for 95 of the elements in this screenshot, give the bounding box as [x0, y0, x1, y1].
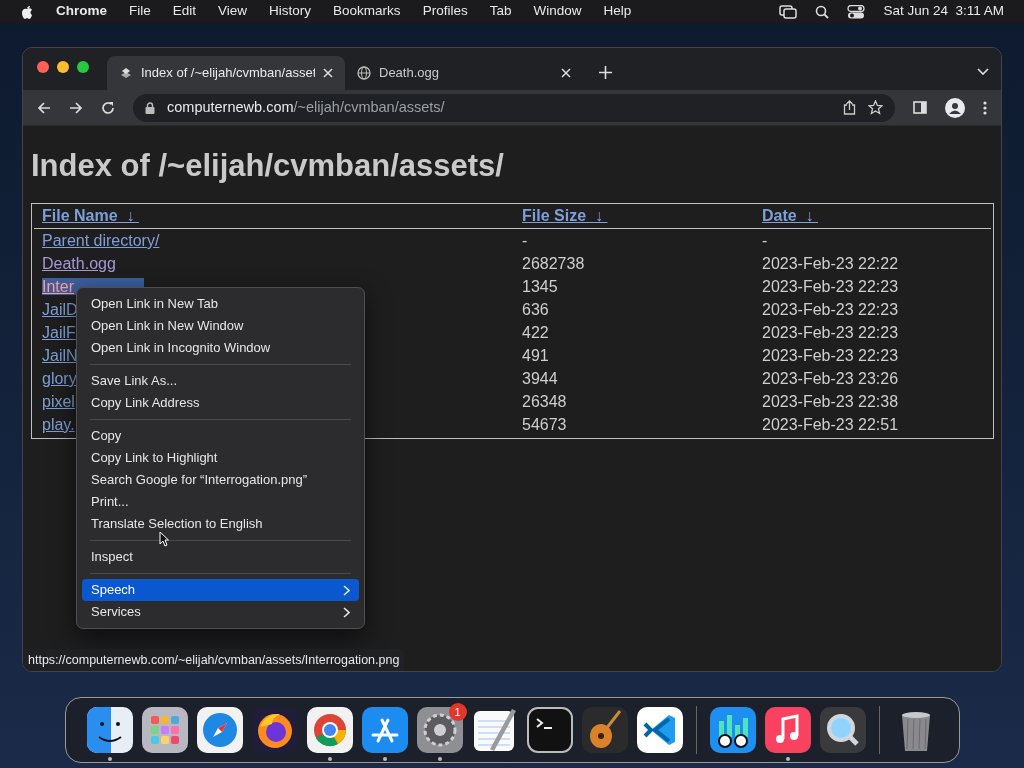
column-header-link[interactable]: File Name ↓ — [34, 204, 514, 228]
menu-item[interactable]: History — [269, 1, 312, 22]
app-grid-icon[interactable] — [141, 707, 188, 753]
menu-item[interactable]: Translate Selection to English — [82, 513, 359, 535]
smiling-face-icon[interactable] — [86, 707, 133, 753]
music-note-icon[interactable] — [764, 707, 811, 753]
notification-badge: 1 — [448, 703, 467, 721]
guitar-icon[interactable] — [581, 707, 628, 753]
stack-icon — [119, 66, 133, 80]
side-panel-icon[interactable] — [913, 101, 927, 114]
menu-item[interactable]: Copy Link to Highlight — [82, 447, 359, 469]
app-menu[interactable]: Chrome — [56, 1, 107, 22]
date-text: 2023-Feb-23 23:26 — [761, 369, 900, 389]
size-text: 422 — [521, 323, 550, 343]
size-text: 636 — [521, 300, 550, 320]
magnifier-icon[interactable] — [819, 707, 866, 753]
share-icon[interactable] — [843, 100, 856, 115]
circle-logo-icon[interactable] — [306, 707, 353, 753]
file-link[interactable]: glory — [42, 370, 77, 387]
star-icon[interactable] — [868, 100, 883, 115]
date-text: 2023-Feb-23 22:22 — [761, 254, 900, 274]
menu-item[interactable]: Profiles — [422, 1, 468, 22]
plus-icon[interactable] — [599, 65, 612, 79]
browser-tab[interactable]: Death.ogg — [345, 56, 583, 90]
search-icon[interactable] — [815, 4, 830, 19]
size-text: 2682738 — [521, 254, 586, 274]
menu-item[interactable]: Search Google for “Interrogation.png” — [82, 469, 359, 491]
file-link[interactable]: JailF — [42, 324, 76, 341]
file-link[interactable]: JailN — [42, 347, 78, 364]
menu-item[interactable]: Window — [533, 1, 582, 22]
menu-item[interactable]: Copy — [82, 425, 359, 447]
more-vertical-icon[interactable] — [983, 100, 987, 115]
lock-icon[interactable] — [145, 101, 155, 114]
menu-item[interactable]: Print... — [82, 491, 359, 513]
size-text: 3944 — [521, 369, 559, 389]
reload-icon[interactable] — [101, 100, 115, 115]
menu-item[interactable]: Services — [82, 601, 359, 623]
app-store-icon[interactable] — [361, 707, 408, 753]
menu-item[interactable]: Help — [603, 1, 632, 22]
size-text: 26348 — [521, 392, 568, 412]
file-link[interactable]: Death.ogg — [42, 255, 116, 272]
compass-icon[interactable] — [196, 707, 243, 753]
fox-globe-icon[interactable] — [251, 707, 298, 753]
menu-item[interactable]: Bookmarks — [333, 1, 401, 22]
file-link[interactable]: pixel — [42, 393, 75, 410]
forward-arrow-icon[interactable] — [69, 100, 83, 115]
menu-item[interactable]: View — [218, 1, 248, 22]
menu-item[interactable]: Tab — [489, 1, 512, 22]
date-text: 2023-Feb-23 22:23 — [761, 277, 900, 297]
glasses-chart-icon[interactable] — [709, 707, 756, 753]
date-text: 2023-Feb-23 22:23 — [761, 300, 900, 320]
menu-item[interactable]: Inspect — [82, 546, 359, 568]
address-field[interactable]: computernewb.com/~elijah/cvmban/assets/ — [133, 93, 895, 122]
menu-item[interactable]: Save Link As... — [82, 370, 359, 392]
chevron-right-icon — [343, 584, 350, 596]
column-header-link[interactable]: File Size ↓ — [514, 204, 754, 228]
date-text: 2023-Feb-23 22:23 — [761, 346, 900, 366]
date-text: 2023-Feb-23 22:23 — [761, 323, 900, 343]
globe-icon — [357, 66, 371, 80]
menu-item[interactable]: Open Link in New Tab — [82, 293, 359, 315]
date-text: 2023-Feb-23 22:51 — [761, 415, 900, 435]
size-text: 1345 — [521, 277, 559, 297]
date-text: 2023-Feb-23 22:38 — [761, 392, 900, 412]
gear-icon[interactable] — [416, 707, 463, 753]
chevron-right-icon — [343, 606, 350, 618]
notepad-pen-icon[interactable] — [471, 707, 518, 753]
size-text: - — [521, 231, 529, 251]
clock-text[interactable]: Sat Jun 24 3:11 AM — [883, 1, 1004, 22]
size-text: 491 — [521, 346, 550, 366]
chevron-down-icon[interactable] — [977, 68, 989, 76]
menu-item[interactable]: Speech — [82, 579, 359, 601]
menu-item[interactable]: Edit — [172, 1, 197, 22]
file-link[interactable]: Parent directory/ — [42, 232, 160, 249]
code-editor-icon[interactable] — [636, 707, 683, 753]
close-icon[interactable] — [561, 68, 571, 78]
menu-item[interactable]: Copy Link Address — [82, 392, 359, 414]
date-text: - — [761, 231, 769, 251]
column-header-link[interactable]: Date ↓ — [754, 204, 991, 228]
toggles-icon[interactable] — [847, 4, 866, 19]
terminal-icon[interactable] — [526, 707, 573, 753]
page-heading: Index of /~elijah/cvmban/assets/ — [31, 148, 505, 184]
windows-icon[interactable] — [779, 4, 798, 19]
file-link[interactable]: JailD — [42, 301, 78, 318]
menu-item[interactable]: Open Link in New Window — [82, 315, 359, 337]
close-icon[interactable] — [323, 68, 333, 78]
menu-item[interactable]: Open Link in Incognito Window — [82, 337, 359, 359]
file-link[interactable]: play. — [42, 416, 75, 433]
status-url-bubble: https://computernewb.com/~elijah/cvmban/assets/Interrogation.png — [23, 649, 405, 671]
size-text: 54673 — [521, 415, 568, 435]
back-arrow-icon[interactable] — [37, 100, 51, 115]
mouse-pointer-icon — [159, 531, 169, 547]
profile-icon[interactable] — [945, 97, 965, 118]
menu-item[interactable]: File — [129, 1, 151, 22]
tab-title: Death.ogg — [379, 64, 440, 83]
apple-logo-icon[interactable] — [20, 3, 34, 20]
